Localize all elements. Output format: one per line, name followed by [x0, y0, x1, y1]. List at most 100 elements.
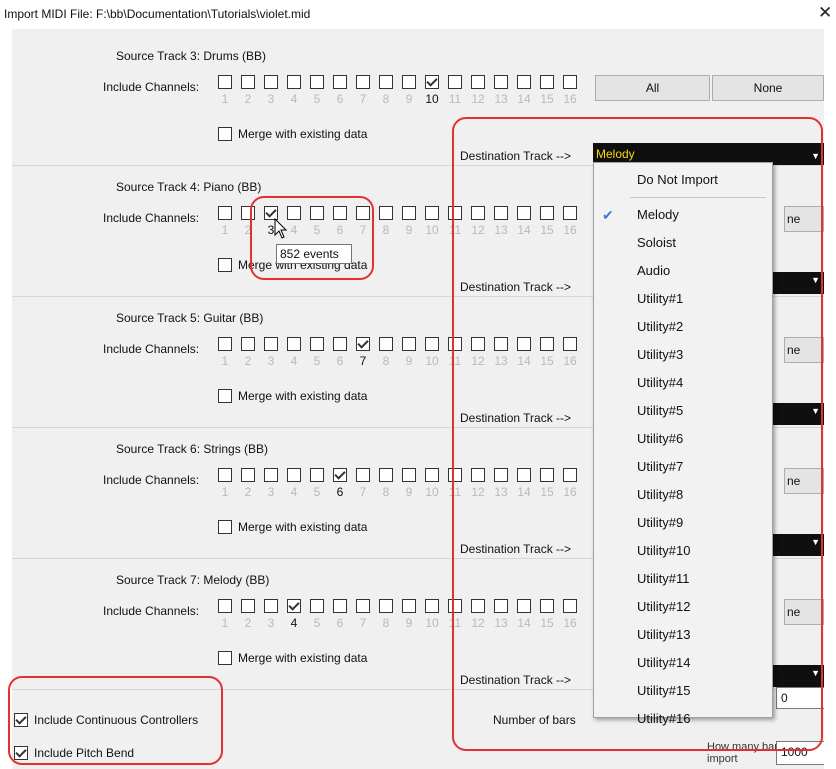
channel-number-label: 10: [425, 223, 439, 237]
channel-10-checkbox[interactable]: [425, 337, 439, 351]
channel-13-checkbox[interactable]: [494, 75, 508, 89]
channel-8-checkbox[interactable]: [379, 468, 393, 482]
channel-1-checkbox[interactable]: [218, 468, 232, 482]
channel-number-label: 5: [313, 485, 321, 499]
channel-6-checkbox[interactable]: [333, 468, 347, 482]
merge-checkbox[interactable]: [218, 127, 232, 141]
channel-5-checkbox[interactable]: [310, 468, 324, 482]
close-icon[interactable]: ✕: [818, 3, 832, 23]
channel-8-checkbox[interactable]: [379, 206, 393, 220]
channel-9-checkbox[interactable]: [402, 206, 416, 220]
channel-number-label: 3: [267, 354, 275, 368]
channel-9-checkbox[interactable]: [402, 468, 416, 482]
channel-number-label: 7: [359, 354, 367, 368]
channel-10-checkbox[interactable]: [425, 599, 439, 613]
highlight-channel-box: [250, 196, 374, 280]
channel-number-label: 10: [425, 92, 439, 106]
channel-8-checkbox[interactable]: [379, 337, 393, 351]
merge-checkbox[interactable]: [218, 651, 232, 665]
merge-label: Merge with existing data: [238, 389, 368, 403]
channel-1-checkbox[interactable]: [218, 337, 232, 351]
channel-number-label: 2: [244, 354, 252, 368]
merge-checkbox[interactable]: [218, 520, 232, 534]
channel-10-checkbox[interactable]: [425, 468, 439, 482]
channel-number-label: 6: [336, 616, 344, 630]
channel-15-checkbox[interactable]: [540, 75, 554, 89]
channel-3-checkbox[interactable]: [264, 468, 278, 482]
channel-number-label: 10: [425, 616, 439, 630]
channel-number-label: 1: [221, 616, 229, 630]
channel-4-checkbox[interactable]: [287, 75, 301, 89]
channel-number-label: 5: [313, 92, 321, 106]
channel-11-checkbox[interactable]: [448, 75, 462, 89]
channel-3-checkbox[interactable]: [264, 75, 278, 89]
source-track-label: Source Track 3: Drums (BB): [116, 49, 267, 63]
channel-10-checkbox[interactable]: [425, 206, 439, 220]
channel-10-checkbox[interactable]: [425, 75, 439, 89]
channel-6-checkbox[interactable]: [333, 337, 347, 351]
channel-1-checkbox[interactable]: [218, 75, 232, 89]
channel-number-label: 5: [313, 354, 321, 368]
channel-4-checkbox[interactable]: [287, 468, 301, 482]
merge-label: Merge with existing data: [238, 127, 368, 141]
channel-checkboxes: 1 2 3 4 5 6 7 8 9 10 11 12 13 14 15 16: [218, 75, 593, 111]
channel-number-label: 9: [405, 485, 413, 499]
channel-9-checkbox[interactable]: [402, 337, 416, 351]
include-channels-label: Include Channels:: [103, 211, 200, 225]
channel-number-label: 7: [359, 92, 367, 106]
channel-6-checkbox[interactable]: [333, 75, 347, 89]
channel-5-checkbox[interactable]: [310, 599, 324, 613]
channel-9-checkbox[interactable]: [402, 75, 416, 89]
merge-checkbox[interactable]: [218, 258, 232, 272]
include-channels-label: Include Channels:: [103, 80, 200, 94]
channel-2-checkbox[interactable]: [241, 599, 255, 613]
channel-number-label: 2: [244, 92, 252, 106]
channel-number-label: 3: [267, 616, 275, 630]
channel-12-checkbox[interactable]: [471, 75, 485, 89]
channel-4-checkbox[interactable]: [287, 599, 301, 613]
channel-2-checkbox[interactable]: [241, 468, 255, 482]
channel-number-label: 4: [290, 354, 298, 368]
channel-7-checkbox[interactable]: [356, 337, 370, 351]
channel-5-checkbox[interactable]: [310, 337, 324, 351]
window-title: Import MIDI File: F:\bb\Documentation\Tu…: [4, 7, 311, 21]
channel-number-label: 6: [336, 485, 344, 499]
source-track-label: Source Track 4: Piano (BB): [116, 180, 262, 194]
channel-2-checkbox[interactable]: [241, 75, 255, 89]
merge-checkbox[interactable]: [218, 389, 232, 403]
channel-16-checkbox[interactable]: [563, 75, 577, 89]
channel-7-checkbox[interactable]: [356, 75, 370, 89]
channel-3-checkbox[interactable]: [264, 599, 278, 613]
channel-number-label: 4: [290, 92, 298, 106]
channel-number-label: 2: [244, 616, 252, 630]
channel-number-label: 6: [336, 92, 344, 106]
channel-number-label: 8: [382, 354, 390, 368]
channel-7-checkbox[interactable]: [356, 599, 370, 613]
channel-number-label: 13: [494, 92, 508, 106]
channel-7-checkbox[interactable]: [356, 468, 370, 482]
channel-1-checkbox[interactable]: [218, 206, 232, 220]
channel-8-checkbox[interactable]: [379, 75, 393, 89]
channel-1-checkbox[interactable]: [218, 599, 232, 613]
source-track-label: Source Track 6: Strings (BB): [116, 442, 269, 456]
source-track-label: Source Track 5: Guitar (BB): [116, 311, 264, 325]
channel-number-label: 12: [471, 92, 485, 106]
channel-number-label: 7: [359, 616, 367, 630]
all-channels-button[interactable]: All: [595, 75, 710, 101]
channel-5-checkbox[interactable]: [310, 75, 324, 89]
channel-number-label: 10: [425, 485, 439, 499]
channel-2-checkbox[interactable]: [241, 337, 255, 351]
channel-14-checkbox[interactable]: [517, 75, 531, 89]
include-channels-label: Include Channels:: [103, 473, 200, 487]
highlight-options-box: [8, 676, 223, 765]
channel-number-label: 1: [221, 92, 229, 106]
channel-9-checkbox[interactable]: [402, 599, 416, 613]
channel-6-checkbox[interactable]: [333, 599, 347, 613]
channel-4-checkbox[interactable]: [287, 337, 301, 351]
none-channels-button[interactable]: None: [712, 75, 824, 101]
channel-3-checkbox[interactable]: [264, 337, 278, 351]
channel-number-label: 3: [267, 92, 275, 106]
channel-8-checkbox[interactable]: [379, 599, 393, 613]
channel-number-label: 9: [405, 223, 413, 237]
channel-number-label: 9: [405, 92, 413, 106]
